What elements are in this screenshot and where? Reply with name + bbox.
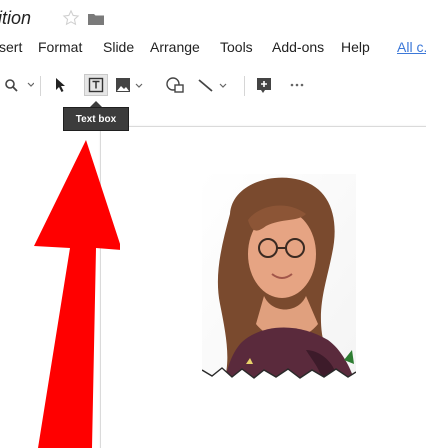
comment-button[interactable]	[252, 74, 276, 96]
menu-tools[interactable]: Tools	[220, 39, 253, 55]
zoom-icon	[4, 78, 34, 92]
menu-arrange[interactable]: Arrange	[150, 39, 200, 55]
select-cursor-icon	[55, 77, 67, 93]
image-icon	[114, 77, 154, 93]
all-changes-saved-link[interactable]: All c.	[397, 39, 426, 55]
more-button[interactable]	[286, 74, 308, 96]
line-icon	[196, 77, 236, 93]
select-button[interactable]	[50, 74, 72, 96]
text-box-icon	[88, 77, 104, 93]
zoom-button[interactable]	[2, 74, 36, 96]
menu-bar: sert Format Slide Arrange Tools Add-ons …	[0, 37, 426, 59]
menu-addons[interactable]: Add-ons	[272, 39, 324, 55]
tooltip-label: Text box	[75, 113, 117, 125]
text-box-tooltip: Text box	[63, 107, 129, 131]
menu-format[interactable]: Format	[38, 39, 82, 55]
star-icon[interactable]	[62, 9, 80, 27]
slide-photo[interactable]	[202, 174, 356, 386]
annotation-arrow	[0, 130, 122, 448]
menu-help[interactable]: Help	[341, 39, 370, 55]
toolbar	[0, 70, 426, 102]
line-button[interactable]	[196, 74, 236, 96]
text-box-button[interactable]	[84, 74, 108, 96]
comment-icon	[256, 77, 272, 93]
shape-button[interactable]	[160, 74, 190, 96]
menu-insert[interactable]: sert	[0, 39, 22, 55]
title-bar: ition	[0, 0, 426, 36]
document-title[interactable]: ition	[0, 8, 31, 29]
shape-icon	[164, 77, 186, 93]
more-icon	[290, 82, 304, 88]
menu-slide[interactable]: Slide	[103, 39, 134, 55]
folder-icon[interactable]	[88, 12, 104, 25]
image-button[interactable]	[114, 74, 154, 96]
